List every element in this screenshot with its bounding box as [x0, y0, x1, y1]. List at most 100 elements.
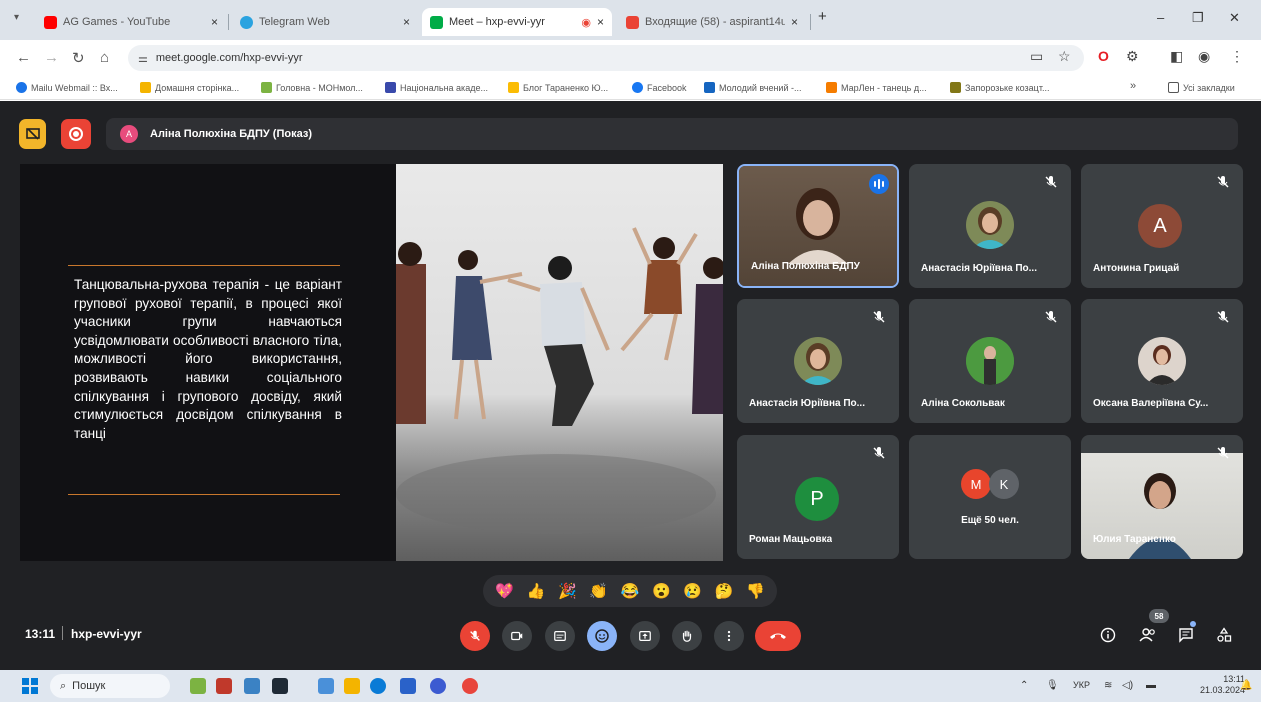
people-button[interactable] [1136, 623, 1160, 647]
battery-icon[interactable]: ▬ [1146, 680, 1156, 691]
bookmark-item[interactable]: МарЛен - танець д... [826, 82, 927, 93]
leave-call-button[interactable] [755, 621, 801, 651]
microphone-button[interactable] [460, 621, 490, 651]
mic-off-icon [1217, 176, 1229, 188]
reaction-sad[interactable]: 😢 [683, 581, 703, 601]
mic-off-icon [470, 630, 480, 641]
profile-avatar-icon[interactable]: ◉ [1198, 48, 1210, 65]
bookmarks-overflow-button[interactable]: » [1130, 80, 1136, 92]
taskbar-app-icon[interactable] [216, 678, 232, 694]
taskbar-app-icon[interactable] [190, 678, 206, 694]
bookmark-item[interactable]: Національна акаде... [385, 82, 488, 93]
recording-button[interactable] [61, 119, 91, 149]
store-icon[interactable] [400, 678, 416, 694]
raise-hand-button[interactable] [672, 621, 702, 651]
opera-icon[interactable]: O [1098, 48, 1109, 64]
taskbar-app-icon[interactable] [272, 678, 288, 694]
mic-off-icon [873, 311, 885, 323]
captions-button[interactable] [545, 621, 575, 651]
tab-youtube[interactable]: AG Games - YouTube × [36, 8, 226, 36]
extensions-icon[interactable]: ⚙ [1126, 48, 1139, 65]
file-explorer-icon[interactable] [344, 678, 360, 694]
bookmark-item[interactable]: Запорозьке козацт... [950, 82, 1049, 93]
meeting-details-button[interactable] [1096, 623, 1120, 647]
bookmark-item[interactable]: Mailu Webmail :: Вх... [16, 82, 118, 93]
tab-search-icon[interactable]: ▾ [14, 12, 19, 23]
person-silhouette [788, 188, 848, 264]
more-participants-tile[interactable]: M K Ещё 50 чел. [909, 435, 1071, 559]
speaking-indicator-icon [869, 174, 889, 194]
taskbar-app-icon[interactable] [244, 678, 260, 694]
taskbar-app-icon[interactable] [430, 678, 446, 694]
reaction-heart[interactable]: 💖 [495, 581, 515, 601]
window-close-button[interactable]: ✕ [1229, 10, 1240, 26]
wifi-icon[interactable]: ≋ [1104, 680, 1112, 691]
tab-telegram[interactable]: Telegram Web × [232, 8, 418, 36]
taskbar-app-icon[interactable] [318, 678, 334, 694]
reaction-party[interactable]: 🎉 [557, 581, 577, 601]
cast-icon[interactable]: ▭ [1030, 48, 1043, 65]
camera-button[interactable] [502, 621, 532, 651]
meeting-code: hxp-evvi-yyr [71, 627, 142, 641]
participant-tile-alina-sokolvak[interactable]: Аліна Сокольвак [909, 299, 1071, 423]
bookmark-item[interactable]: Facebook [632, 82, 687, 93]
bookmark-item[interactable]: Домашня сторінка... [140, 82, 239, 93]
notification-bell-icon[interactable]: 🔔 [1240, 680, 1252, 691]
reload-icon[interactable]: ↻ [72, 49, 85, 67]
forward-arrow-icon[interactable]: → [44, 49, 59, 66]
tab-close-icon[interactable]: × [403, 15, 410, 29]
language-indicator[interactable]: УКР [1073, 680, 1090, 690]
site-info-icon[interactable]: ⚌ [138, 52, 148, 65]
participant-tile-antonina-hrytsai[interactable]: A Антонина Грицай [1081, 164, 1243, 288]
participant-tile-roman-matsovka[interactable]: P Роман Мацьовка [737, 435, 899, 559]
bookmark-item[interactable]: Блог Тараненко Ю... [508, 82, 608, 93]
participant-tile-yulia-taranenko[interactable]: Юлия Тараненко [1081, 435, 1243, 559]
volume-icon[interactable]: ◁) [1122, 680, 1133, 691]
tab-meet[interactable]: Meet – hxp-evvi-yyr ◉ × [422, 8, 612, 36]
side-panel-icon[interactable]: ◧ [1170, 48, 1183, 65]
folder-icon [1168, 82, 1179, 93]
menu-kebab-icon[interactable]: ⋮ [1230, 48, 1244, 65]
taskbar-search[interactable]: ⌕ Пошук [50, 674, 170, 698]
participant-tile-anastasiia-2[interactable]: Анастасія Юріївна По... [737, 299, 899, 423]
tab-close-icon[interactable]: × [597, 15, 604, 29]
reactions-button[interactable] [587, 621, 617, 651]
home-icon[interactable]: ⌂ [100, 49, 109, 66]
reaction-surprised[interactable]: 😮 [651, 581, 671, 601]
bookmark-item[interactable]: Молодий вчений -... [704, 82, 801, 93]
reaction-laugh[interactable]: 😂 [620, 581, 640, 601]
bookmark-icon [385, 82, 396, 93]
back-arrow-icon[interactable]: ← [16, 49, 31, 66]
present-now-button[interactable] [630, 621, 660, 651]
windows-start-icon[interactable] [22, 678, 38, 694]
restore-button[interactable]: ❐ [1192, 10, 1204, 26]
tab-gmail[interactable]: Входящие (58) - aspirant14ukr × [618, 8, 806, 36]
participant-tile-anastasiia-1[interactable]: Анастасія Юріївна По... [909, 164, 1071, 288]
chrome-icon[interactable] [462, 678, 478, 694]
activities-button[interactable] [1212, 623, 1236, 647]
show-hidden-icons-icon[interactable]: ⌃ [1020, 680, 1028, 691]
participant-avatar [794, 337, 842, 385]
minimize-button[interactable]: – [1157, 10, 1164, 25]
new-tab-button[interactable]: + [818, 8, 827, 25]
more-options-button[interactable] [714, 621, 744, 651]
edge-browser-icon[interactable] [370, 678, 386, 694]
presentation-mode-button[interactable] [19, 119, 46, 149]
all-bookmarks-button[interactable]: Усі закладки [1168, 82, 1235, 93]
participant-tile-alina-poliukhina[interactable]: Аліна Полюхіна БДПУ [737, 164, 899, 288]
tab-close-icon[interactable]: × [791, 15, 798, 29]
reaction-thumbs-up[interactable]: 👍 [526, 581, 546, 601]
bookmark-item[interactable]: Головна - МОНмол... [261, 82, 363, 93]
bookmark-star-icon[interactable]: ☆ [1058, 48, 1071, 65]
reaction-thumbs-down[interactable]: 👎 [745, 581, 765, 601]
participant-tile-oksana-valeriivna[interactable]: Оксана Валеріївна Су... [1081, 299, 1243, 423]
presenter-bar: A Аліна Полюхіна БДПУ (Показ) [106, 118, 1238, 150]
system-clock[interactable]: 13:11 21.03.2024 [1200, 674, 1245, 696]
address-bar[interactable]: ⚌ meet.google.com/hxp-evvi-yyr [128, 45, 1084, 71]
participant-avatar [966, 201, 1014, 249]
tab-close-icon[interactable]: × [211, 15, 218, 29]
mic-off-icon [1045, 176, 1057, 188]
presenter-label: Аліна Полюхіна БДПУ (Показ) [150, 128, 312, 140]
reaction-clap[interactable]: 👏 [589, 581, 609, 601]
reaction-thinking[interactable]: 🤔 [714, 581, 734, 601]
